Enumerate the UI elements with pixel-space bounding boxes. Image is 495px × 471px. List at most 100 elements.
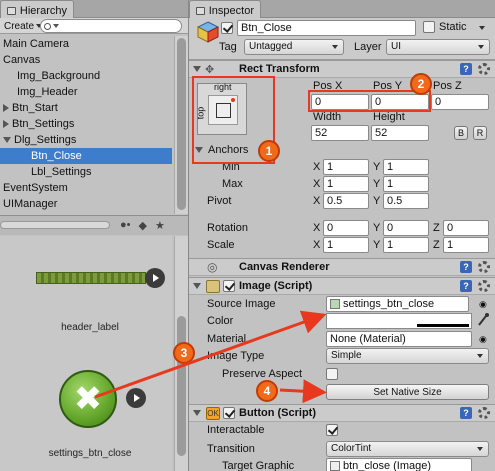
scale-x-field[interactable]: 1 <box>323 237 369 253</box>
expand-arrow-icon[interactable] <box>145 268 165 288</box>
min-y-axis: Y <box>373 161 381 173</box>
gear-icon[interactable] <box>478 261 490 273</box>
max-x-axis: X <box>313 178 321 190</box>
inspector-tab[interactable]: Inspector <box>189 0 261 18</box>
hierarchy-toolbar: Create <box>0 18 188 34</box>
hierarchy-item[interactable]: Img_Header <box>0 84 172 100</box>
hierarchy-item-label: Img_Header <box>17 86 78 98</box>
rotation-z-axis: Z <box>433 222 440 234</box>
header-label-thumbnail[interactable] <box>36 272 146 284</box>
canvas-renderer-icon: ◎ <box>207 260 218 274</box>
settings-btn-close-thumbnail[interactable]: ✖ <box>59 370 117 428</box>
pos-z-field[interactable]: 0 <box>431 94 489 110</box>
static-dropdown-icon[interactable] <box>479 26 485 30</box>
fold-icon[interactable] <box>193 410 201 416</box>
hierarchy-tabbar: Hierarchy <box>0 0 188 18</box>
image-type-dropdown[interactable]: Simple <box>326 348 489 364</box>
expand-arrow-icon[interactable] <box>126 388 146 408</box>
hierarchy-scrollbar[interactable] <box>174 36 188 214</box>
hierarchy-scroll-thumb[interactable] <box>177 38 186 210</box>
callout-badge-2: 2 <box>410 73 432 95</box>
source-image-field[interactable]: settings_btn_close <box>326 296 469 312</box>
set-native-size-button[interactable]: Set Native Size <box>326 384 489 400</box>
canvas-renderer-header[interactable]: ◎ Canvas Renderer ? <box>189 258 495 276</box>
rotation-x-field[interactable]: 0 <box>323 220 369 236</box>
help-icon[interactable]: ? <box>460 280 472 292</box>
layer-label: Layer <box>354 41 382 53</box>
blueprint-mode-button[interactable]: B <box>454 126 468 140</box>
hierarchy-item[interactable]: Btn_Start <box>0 100 172 116</box>
active-checkbox[interactable] <box>221 22 233 34</box>
rect-transform-title: Rect Transform <box>239 63 320 75</box>
interactable-checkbox[interactable] <box>326 424 338 436</box>
color-field[interactable] <box>326 313 472 329</box>
min-x-field[interactable]: 1 <box>323 159 369 175</box>
material-field[interactable]: None (Material) <box>326 331 472 347</box>
gameobject-cube-icon <box>197 21 219 43</box>
hierarchy-item[interactable]: Main Camera <box>0 36 172 52</box>
target-graphic-field[interactable]: btn_close (Image) <box>326 458 472 471</box>
pivot-x-field[interactable]: 0.5 <box>323 193 369 209</box>
target-graphic-value: btn_close (Image) <box>343 460 432 471</box>
filter-label-icon[interactable]: ◆ <box>139 219 147 232</box>
button-enabled-checkbox[interactable] <box>223 407 235 419</box>
hierarchy-tab[interactable]: Hierarchy <box>0 0 74 18</box>
fold-icon[interactable] <box>193 283 201 289</box>
max-x-field[interactable]: 1 <box>323 176 369 192</box>
scale-z-field[interactable]: 1 <box>443 237 489 253</box>
project-scroll-thumb[interactable] <box>177 316 186 456</box>
hierarchy-item-label: UIManager <box>3 198 58 210</box>
fold-closed-icon[interactable] <box>3 120 9 129</box>
layer-dropdown[interactable]: UI <box>386 39 490 55</box>
gear-icon[interactable] <box>478 63 490 75</box>
preserve-aspect-checkbox[interactable] <box>326 368 338 380</box>
gear-icon[interactable] <box>478 407 490 419</box>
source-image-label: Source Image <box>207 298 276 310</box>
max-y-field[interactable]: 1 <box>383 176 429 192</box>
hierarchy-item[interactable]: Img_Background <box>0 68 172 84</box>
pivot-y-axis: Y <box>373 195 381 207</box>
object-picker-icon[interactable]: ◉ <box>479 299 487 310</box>
filter-type-icon[interactable]: ●• <box>120 219 131 232</box>
header-label-asset-name: header_label <box>61 322 119 333</box>
hierarchy-item[interactable]: Btn_Settings <box>0 116 172 132</box>
fold-open-icon[interactable] <box>3 137 11 144</box>
zoom-slider[interactable] <box>0 221 110 229</box>
scale-y-field[interactable]: 1 <box>383 237 429 253</box>
object-picker-icon[interactable]: ◉ <box>479 334 487 345</box>
interactable-label: Interactable <box>207 424 265 436</box>
max-label: Max <box>222 178 243 190</box>
hierarchy-item[interactable]: Lbl_Settings <box>0 164 172 180</box>
fold-icon[interactable] <box>193 66 201 72</box>
height-label: Height <box>373 111 405 123</box>
hierarchy-item[interactable]: Btn_Close <box>0 148 172 164</box>
rotation-y-field[interactable]: 0 <box>383 220 429 236</box>
image-enabled-checkbox[interactable] <box>223 280 235 292</box>
hierarchy-item[interactable]: Canvas <box>0 52 172 68</box>
rect-transform-icon: ✥ <box>205 64 215 76</box>
help-icon[interactable]: ? <box>460 63 472 75</box>
image-script-header[interactable]: Image (Script) ? <box>189 277 495 295</box>
button-script-header[interactable]: OK Button (Script) ? <box>189 404 495 422</box>
raw-edit-button[interactable]: R <box>473 126 487 140</box>
help-icon[interactable]: ? <box>460 261 472 273</box>
transition-dropdown[interactable]: ColorTint <box>326 441 489 457</box>
pivot-y-field[interactable]: 0.5 <box>383 193 429 209</box>
gear-icon[interactable] <box>478 280 490 292</box>
hierarchy-item[interactable]: Dlg_Settings <box>0 132 172 148</box>
help-icon[interactable]: ? <box>460 407 472 419</box>
eyedropper-icon[interactable] <box>477 313 489 327</box>
gameobject-name-field[interactable]: Btn_Close <box>237 20 416 36</box>
favorite-star-icon[interactable]: ★ <box>155 219 165 232</box>
fold-closed-icon[interactable] <box>3 104 9 113</box>
tag-dropdown[interactable]: Untagged <box>244 39 344 55</box>
static-checkbox[interactable] <box>423 21 435 33</box>
hierarchy-item[interactable]: EventSystem <box>0 180 172 196</box>
hierarchy-item-label: Canvas <box>3 54 41 66</box>
rotation-z-field[interactable]: 0 <box>443 220 489 236</box>
hierarchy-item[interactable]: UIManager <box>0 196 172 212</box>
height-field[interactable]: 52 <box>371 125 429 141</box>
min-y-field[interactable]: 1 <box>383 159 429 175</box>
hierarchy-search-input[interactable] <box>40 19 182 33</box>
width-field[interactable]: 52 <box>311 125 369 141</box>
